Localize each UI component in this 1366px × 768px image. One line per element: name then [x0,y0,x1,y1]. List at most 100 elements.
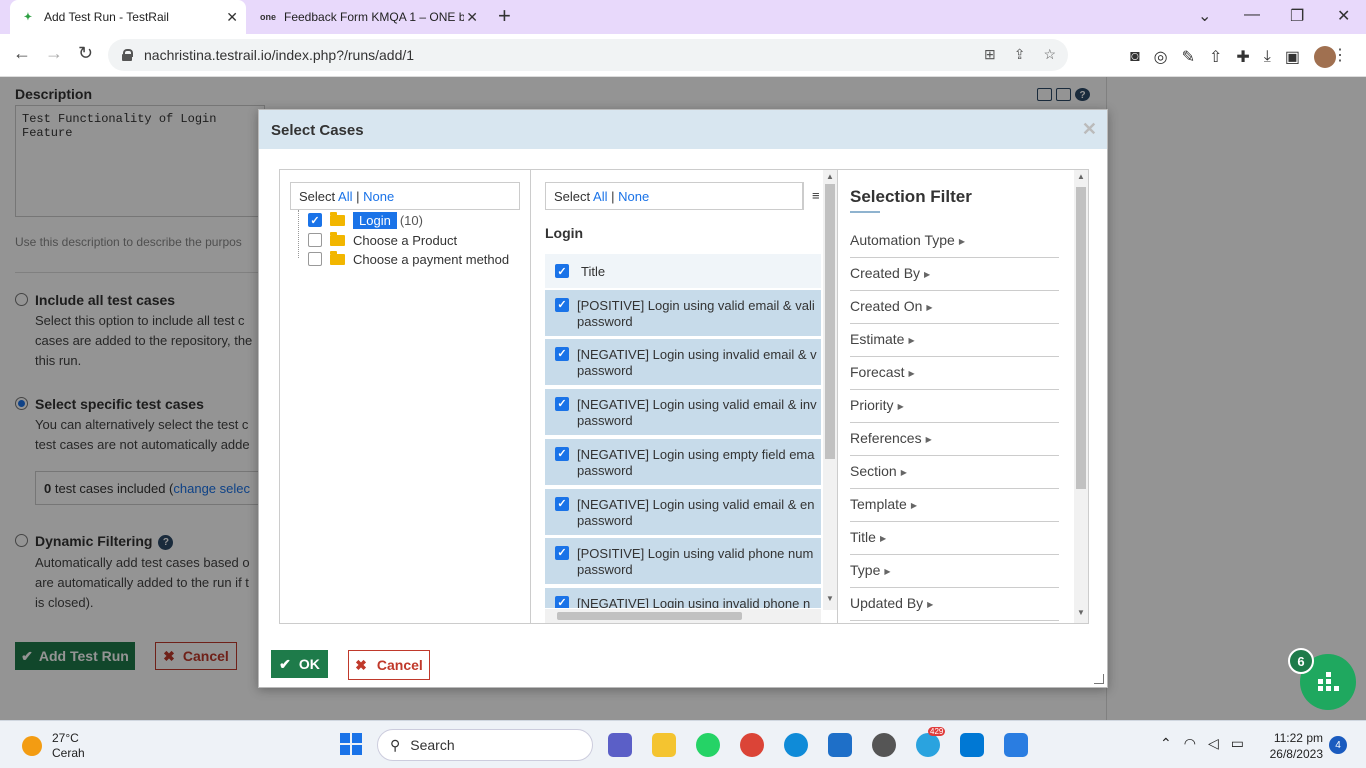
close-window-icon[interactable]: ✕ [1337,6,1350,26]
reload-icon[interactable]: ↻ [78,43,93,64]
scroll-up-icon[interactable]: ▲ [826,172,834,181]
address-bar[interactable]: nachristina.testrail.io/index.php?/runs/… [108,39,1068,71]
battery-icon[interactable]: ▭ [1231,735,1244,752]
clock-time: 11:22 pm [1273,731,1323,745]
camera-extension-icon[interactable]: ◙ [1130,48,1140,66]
puzzle-extensions-icon[interactable]: ✚ [1236,47,1249,67]
vscode-icon[interactable] [960,733,984,757]
ok-button[interactable]: ✔ OK [271,650,328,678]
tab-testrail[interactable]: ✦ Add Test Run - TestRail ✕ [10,0,246,34]
cancel-button[interactable]: ✖ Cancel [348,650,430,680]
checkbox[interactable] [308,252,322,266]
filter-references[interactable]: References ▶ [850,423,1059,456]
checkbox[interactable]: ✓ [555,546,569,560]
browser-menu-icon[interactable]: ⋮ [1332,45,1348,65]
case-row[interactable]: ✓ [NEGATIVE] Login using valid email & i… [545,389,821,437]
select-all-link[interactable]: All [338,189,352,204]
taskbar-search[interactable]: ⚲ Search [377,729,593,761]
tree-item-login[interactable]: ✓ Login (10) [308,210,423,230]
notification-badge[interactable]: 4 [1329,736,1347,754]
scroll-down-icon[interactable]: ▼ [1077,608,1085,617]
filter-forecast[interactable]: Forecast ▶ [850,357,1059,390]
bookmark-star-icon[interactable]: ☆ [1043,46,1056,63]
case-row[interactable]: ✓ [NEGATIVE] Login using empty field ema… [545,439,821,487]
filter-type[interactable]: Type ▶ [850,555,1059,588]
filter-estimate[interactable]: Estimate ▶ [850,324,1059,357]
tree-item-payment[interactable]: Choose a payment method [308,249,509,269]
filter-created-by[interactable]: Created By ▶ [850,258,1059,291]
filter-priority[interactable]: Priority ▶ [850,390,1059,423]
scroll-thumb[interactable] [557,612,742,620]
chrome-icon[interactable] [740,733,764,757]
filter-created-on[interactable]: Created On ▶ [850,291,1059,324]
clock-app-icon[interactable] [872,733,896,757]
checkbox[interactable]: ✓ [308,213,322,227]
resize-handle[interactable] [1094,674,1104,684]
cases-horizontal-scrollbar[interactable] [545,609,821,623]
download-icon[interactable]: ⤓ [1264,48,1271,66]
select-all-link[interactable]: All [593,189,607,204]
minimize-icon[interactable]: — [1244,6,1260,24]
case-row[interactable]: ✓ [POSITIVE] Login using valid phone num… [545,538,821,586]
columns-menu-icon[interactable]: ≡ [803,182,823,210]
checkbox[interactable]: ✓ [555,447,569,461]
close-tab-icon[interactable]: ✕ [226,9,238,26]
chevron-up-icon[interactable]: ⌃ [1160,735,1172,752]
case-row[interactable]: ✓ [NEGATIVE] Login using invalid phone n [545,588,821,610]
select-all-cases-checkbox[interactable]: ✓ [555,264,569,278]
filter-template[interactable]: Template ▶ [850,489,1059,522]
checkbox[interactable] [308,233,322,247]
scroll-down-icon[interactable]: ▼ [826,594,834,603]
cases-vertical-scrollbar[interactable]: ▲ ▼ [823,170,837,610]
meet-icon[interactable] [608,733,632,757]
help-widget-button[interactable]: 6 [1288,648,1356,710]
tab-feedback-form[interactable]: one Feedback Form KMQA 1 – ONE b ✕ [250,0,486,34]
weather-widget[interactable]: 27°C Cerah [22,731,85,761]
whatsapp-icon[interactable] [696,733,720,757]
forward-icon[interactable]: → [45,43,63,64]
case-title-line: password [577,413,633,428]
checkbox[interactable]: ✓ [555,596,569,608]
case-row[interactable]: ✓ [NEGATIVE] Login using valid email & e… [545,489,821,537]
case-row[interactable]: ✓ [NEGATIVE] Login using invalid email &… [545,339,821,387]
case-title-line: [NEGATIVE] Login using valid email & inv [577,397,817,412]
volume-icon[interactable]: ◁ [1208,735,1219,752]
upload-extension-icon[interactable]: ⇧ [1209,47,1222,67]
select-none-link[interactable]: None [363,189,394,204]
app-icon[interactable] [1004,733,1028,757]
close-icon[interactable]: ✕ [1082,119,1097,140]
back-icon[interactable]: ← [13,43,31,64]
system-clock[interactable]: 11:22 pm 26/8/2023 [1265,730,1323,762]
pen-extension-icon[interactable]: ✎ [1182,47,1195,67]
filter-section[interactable]: Section ▶ [850,456,1059,489]
filter-scrollbar[interactable]: ▲ ▼ [1074,170,1088,623]
filter-title-field[interactable]: Title ▶ [850,522,1059,555]
checkbox[interactable]: ✓ [555,298,569,312]
translate-icon[interactable]: ⊞ [984,46,996,63]
checkbox[interactable]: ✓ [555,397,569,411]
restore-icon[interactable]: ❐ [1290,6,1304,26]
select-none-link[interactable]: None [618,189,649,204]
circle-extension-icon[interactable]: ◎ [1154,47,1168,67]
close-tab-icon[interactable]: ✕ [466,9,478,26]
filter-updated-by[interactable]: Updated By ▶ [850,588,1059,621]
checkbox[interactable]: ✓ [555,347,569,361]
tree-item-choose-product[interactable]: Choose a Product [308,230,457,250]
tab-search-chevron-icon[interactable]: ⌄ [1198,6,1211,26]
file-explorer-icon[interactable] [652,733,676,757]
telegram-icon[interactable]: 429 [916,727,946,757]
case-row[interactable]: ✓ [POSITIVE] Login using valid email & v… [545,290,821,338]
checkbox[interactable]: ✓ [555,497,569,511]
scroll-up-icon[interactable]: ▲ [1077,172,1085,181]
sidebar-icon[interactable]: ▣ [1285,47,1300,67]
caret-right-icon: ▶ [926,302,933,312]
new-tab-icon[interactable]: + [498,5,511,27]
edge-icon[interactable] [784,733,808,757]
scroll-thumb[interactable] [1076,187,1086,489]
wifi-icon[interactable]: ◠ [1184,735,1196,752]
share-icon[interactable]: ⇪ [1014,46,1026,63]
notepad-icon[interactable] [828,733,852,757]
scroll-thumb[interactable] [825,184,835,459]
windows-start-icon[interactable] [340,733,362,755]
filter-automation-type[interactable]: Automation Type ▶ [850,225,1059,258]
